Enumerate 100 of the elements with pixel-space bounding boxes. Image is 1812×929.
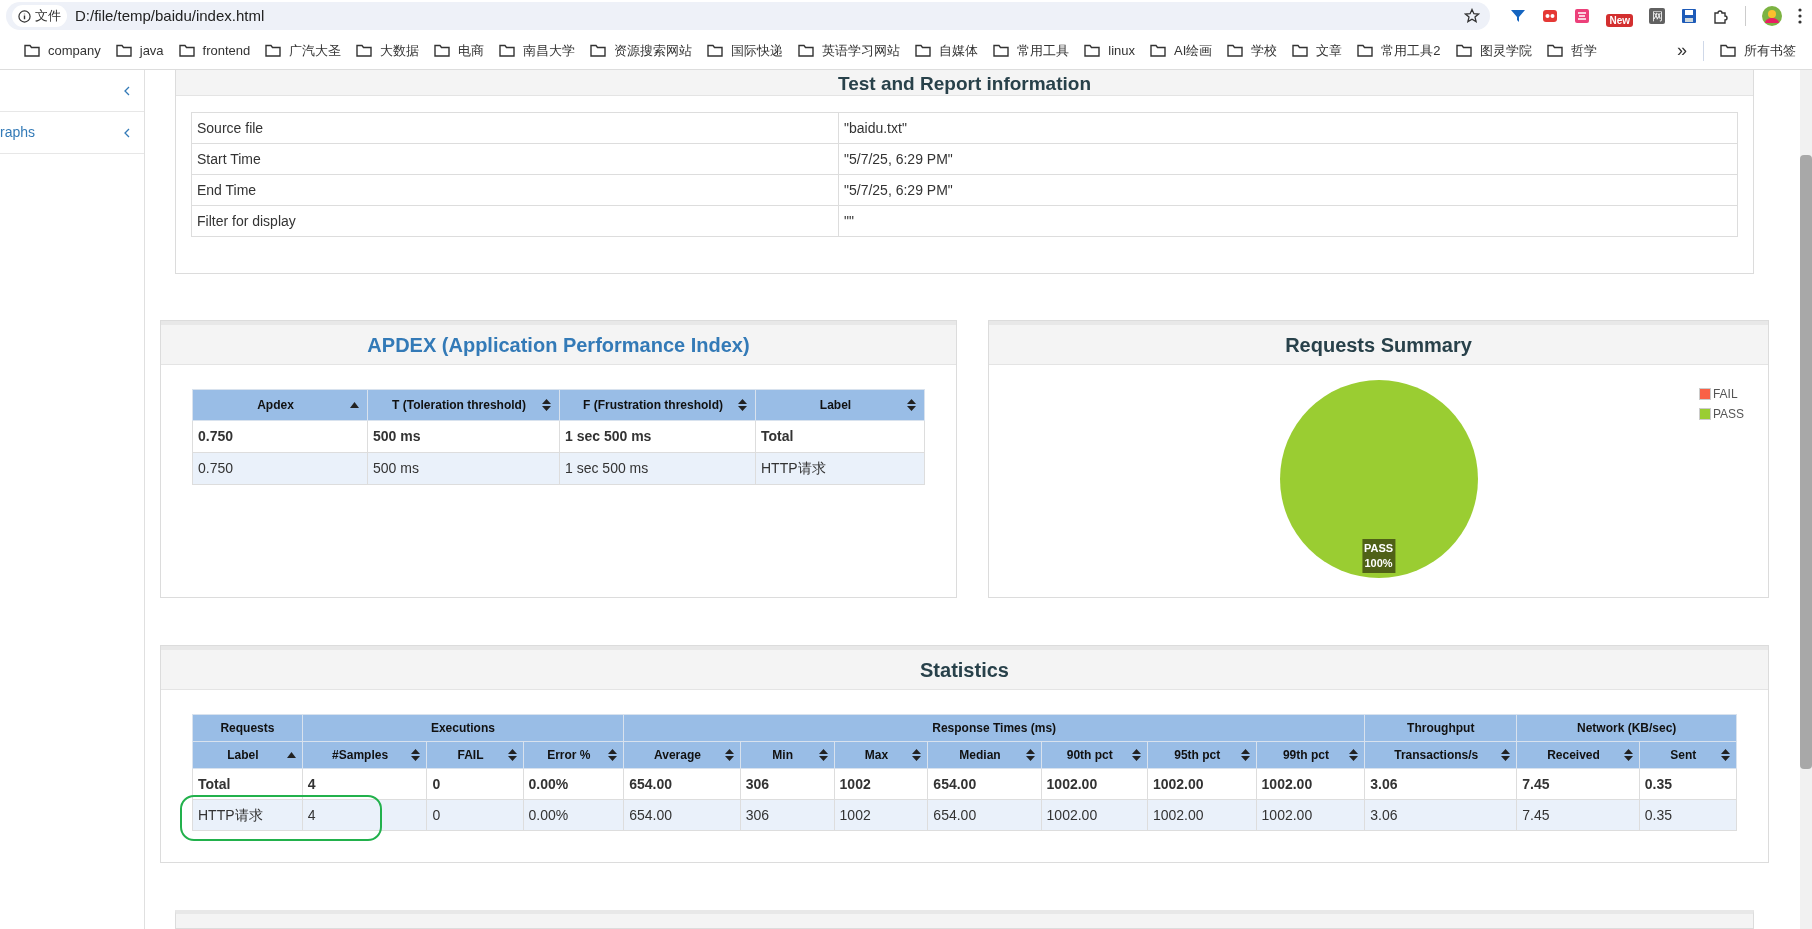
bookmark-folder[interactable]: 国际快递 [707, 40, 784, 61]
bookmark-folder[interactable]: 电商 [434, 40, 485, 61]
group-header: Network (KB/sec) [1516, 714, 1737, 742]
column-header[interactable]: Average [623, 741, 741, 769]
column-header[interactable]: #Samples [302, 741, 427, 769]
bookmark-folder[interactable]: 南昌大学 [499, 40, 576, 61]
funnel-icon[interactable] [1510, 8, 1527, 24]
bookmark-folder[interactable]: 资源搜索网站 [590, 40, 693, 61]
table-cell: 7.45 [1516, 799, 1640, 831]
bookmark-folder[interactable]: 广汽大圣 [265, 40, 342, 61]
column-header[interactable]: Error % [523, 741, 624, 769]
folder-icon [993, 44, 1010, 57]
table-cell: 1002.00 [1256, 799, 1365, 831]
column-header[interactable]: Sent [1639, 741, 1737, 769]
bookmark-folder[interactable]: 文章 [1292, 40, 1343, 61]
table-cell: 654.00 [927, 768, 1042, 800]
bookmark-folder[interactable]: frontend [178, 40, 251, 61]
folder-icon [356, 44, 373, 57]
sidebar-item[interactable]: raphs [0, 112, 144, 154]
folder-icon [1455, 44, 1472, 57]
table-cell: Total [755, 420, 925, 453]
table-cell: Source file [191, 112, 839, 144]
bookmark-folder[interactable]: linux [1084, 40, 1136, 61]
bookmark-folder[interactable]: 图灵学院 [1455, 40, 1532, 61]
folder-icon [1150, 44, 1167, 57]
table-cell: End Time [191, 174, 839, 206]
table-cell: 4 [302, 799, 427, 831]
column-header[interactable]: Min [740, 741, 835, 769]
folder-icon [1720, 44, 1736, 57]
scrollbar[interactable] [1800, 70, 1812, 929]
column-header[interactable]: 90th pct [1041, 741, 1148, 769]
bookmark-folder[interactable]: 英语学习网站 [798, 40, 901, 61]
column-header[interactable]: Median [927, 741, 1042, 769]
table-cell: 7.45 [1516, 768, 1640, 800]
column-header[interactable]: Transactions/s [1364, 741, 1517, 769]
table-cell: 1002.00 [1256, 768, 1365, 800]
bookmark-folder[interactable]: 哲学 [1546, 40, 1597, 61]
bookmark-folder[interactable]: 学校 [1227, 40, 1278, 61]
table-cell: 1 sec 500 ms [559, 420, 756, 453]
bookmark-folder[interactable]: java [115, 40, 164, 61]
column-header[interactable]: Received [1516, 741, 1640, 769]
table-cell: 1002.00 [1041, 799, 1148, 831]
table-cell: 0 [426, 768, 523, 800]
folder-icon [1357, 44, 1374, 57]
table-cell: Start Time [191, 143, 839, 175]
table-cell: Filter for display [191, 205, 839, 237]
extension-icon[interactable] [1574, 8, 1591, 24]
legend-label: FAIL [1712, 386, 1738, 403]
sidebar-item-label: raphs [0, 123, 36, 142]
bookmark-folder[interactable]: company [24, 40, 101, 61]
column-header[interactable]: 95th pct [1147, 741, 1257, 769]
avatar-icon[interactable] [1762, 6, 1782, 26]
more-bookmarks-button[interactable]: » [1677, 37, 1687, 64]
table-cell: 306 [740, 799, 835, 831]
site-info-chip[interactable]: 文件 [12, 5, 67, 27]
folder-icon [178, 44, 195, 57]
group-header: Response Times (ms) [623, 714, 1365, 742]
folder-icon [798, 44, 815, 57]
column-header[interactable]: Label [192, 741, 303, 769]
legend-label: PASS [1712, 406, 1744, 423]
column-header[interactable]: Apdex [192, 389, 368, 421]
extension-icon[interactable] [1542, 8, 1559, 24]
star-icon[interactable] [1464, 8, 1481, 24]
column-header[interactable]: T (Toleration threshold) [367, 389, 560, 421]
table-cell: 1002 [834, 799, 928, 831]
extension-button[interactable]: 网 [1649, 8, 1665, 24]
bookmark-folder[interactable]: AI绘画 [1150, 40, 1213, 61]
table-cell: 0.35 [1639, 768, 1737, 800]
table-cell: 654.00 [623, 799, 741, 831]
table-cell: 0.750 [192, 420, 368, 453]
all-bookmarks-folder[interactable]: 所有书签 [1720, 40, 1796, 61]
column-header[interactable]: 99th pct [1256, 741, 1365, 769]
column-header[interactable]: FAIL [426, 741, 523, 769]
new-badge[interactable]: New [1606, 13, 1633, 27]
folder-icon [915, 44, 932, 57]
bookmark-folder[interactable]: 大数据 [356, 40, 420, 61]
slice-label: PASS [1363, 541, 1394, 556]
table-cell: 0.750 [192, 452, 368, 485]
menu-icon[interactable] [1798, 8, 1802, 24]
table-cell: 1 sec 500 ms [559, 452, 756, 485]
column-header[interactable]: F (Frustration threshold) [559, 389, 756, 421]
table-cell: 654.00 [927, 799, 1042, 831]
bookmark-folder[interactable]: 常用工具 [993, 40, 1070, 61]
scrollbar-thumb[interactable] [1800, 155, 1812, 769]
table-cell: 0.00% [523, 768, 624, 800]
column-header[interactable]: Max [834, 741, 928, 769]
table-cell: 500 ms [367, 420, 560, 453]
column-header[interactable]: Label [755, 389, 925, 421]
folder-icon [24, 44, 40, 57]
group-header: Throughput [1364, 714, 1517, 742]
panel-title: Statistics [920, 657, 1009, 683]
data-label: 100% [1363, 556, 1394, 571]
table-cell: 0 [426, 799, 523, 831]
puzzle-icon[interactable] [1713, 8, 1729, 24]
folder-icon [1292, 44, 1309, 57]
panel-title: Test and Report information [838, 73, 1091, 95]
panel-title: Requests Summary [1285, 332, 1472, 358]
bookmark-folder[interactable]: 常用工具2 [1357, 40, 1441, 61]
bookmark-folder[interactable]: 自媒体 [915, 40, 979, 61]
address-bar[interactable]: 文件 D:/file/temp/baidu/index.html [6, 2, 1491, 30]
